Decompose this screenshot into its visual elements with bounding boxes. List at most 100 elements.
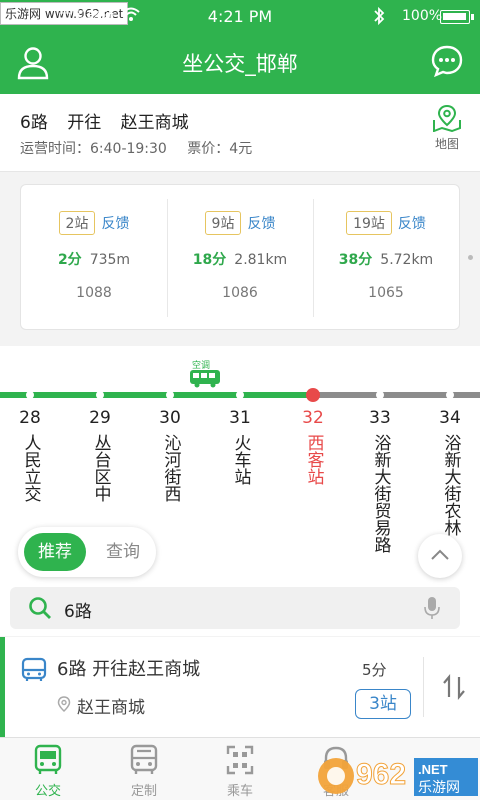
route-result[interactable]: 6路 开往赵王商城 赵王商城 5分 3站 [0,637,480,737]
station-number: 28 [19,408,41,428]
route-info: 6路 开往 赵王商城 运营时间：6:40-19:30 票价：4元 地图 [0,94,480,172]
stops-away-badge: 19站 [346,211,392,235]
arrival-item: 9站 反馈 18分 2.81km 1086 [167,185,313,331]
operating-hours: 运营时间：6:40-19:30 [20,141,167,157]
eta-minutes: 38分 [338,252,373,268]
station-name: 沁河街西 [160,434,181,502]
bus-id: 1065 [368,285,404,301]
map-icon [433,104,461,133]
station[interactable]: 30 沁河街西 [150,408,190,506]
station-dot [26,391,34,399]
mode-tabs: 推荐 查询 [18,527,156,577]
message-icon[interactable] [430,44,464,78]
nav-custom-label: 定制 [130,784,157,799]
chevron-up-icon [431,549,449,560]
station-name: 浴新大街农林 [440,434,461,536]
station-number: 31 [229,408,251,428]
bluetooth-icon [374,6,385,26]
station-dot [96,391,104,399]
station[interactable]: 31 火车站 [220,408,260,489]
distance: 5.72km [380,252,434,268]
station-dot [376,391,384,399]
search-icon [29,597,51,619]
feedback-link[interactable]: 反馈 [247,216,275,232]
station-name: 丛台区中 [90,434,111,502]
station-dot [446,391,454,399]
more-indicator [468,255,473,260]
collapse-button[interactable] [418,534,462,578]
map-button[interactable]: 地图 [432,104,462,152]
station-number: 32 [302,408,324,428]
station-dot [166,391,174,399]
nav-bus-label: 公交 [34,784,61,799]
route-heading: 6路 开往 赵王商城 [20,108,203,133]
route-line-passed [0,392,313,398]
bus-ac-label: 空调 [192,361,211,371]
station[interactable]: 34 浴新大街农林 [430,408,470,540]
tab-recommend[interactable]: 推荐 [24,533,86,571]
swap-direction-icon[interactable] [441,673,467,701]
page-title: 坐公交_邯郸 [182,52,298,76]
site-logo-watermark: 962 .NET 乐游网 [318,758,478,796]
app-header: 坐公交_邯郸 [0,32,480,94]
microphone-icon[interactable] [424,596,440,620]
station-number: 30 [159,408,181,428]
stops-away-badge: 2站 [58,211,96,235]
map-label: 地图 [434,137,459,151]
stops-away-badge: 9站 [204,211,242,235]
bus-id: 1088 [76,285,112,301]
station-name: 人民立交 [20,434,41,502]
search-input[interactable]: 6路 [64,597,92,622]
station-dot [236,391,244,399]
result-stop: 赵王商城 [77,698,145,718]
current-station[interactable]: 32 西客站 [293,408,333,489]
status-bar: 乐游网 www.962.net 中国移动 4:21 PM 100% [0,0,480,32]
station-name: 浴新大街贸易路 [370,434,391,553]
result-eta: 5分 [362,661,387,679]
battery-icon [440,10,474,24]
divider [423,657,424,717]
nav-ride-label: 乘车 [226,784,253,799]
svg-text:乐游网: 乐游网 [418,780,460,796]
route-direction: 开往 [67,113,102,133]
route-terminal: 赵王商城 [120,113,189,133]
result-stops-badge: 3站 [355,689,411,719]
route-line-upcoming [313,392,480,398]
station-number: 29 [89,408,111,428]
station[interactable]: 29 丛台区中 [80,408,120,506]
route-number: 6路 [20,113,48,133]
eta-minutes: 18分 [192,252,227,268]
station-number: 33 [369,408,391,428]
eta-minutes: 2分 [57,252,82,268]
result-title: 6路 开往赵王商城 [57,659,201,680]
custom-bus-icon [130,744,158,774]
nav-custom[interactable]: 定制 [96,744,192,799]
feedback-link[interactable]: 反馈 [101,216,129,232]
search-bar[interactable]: 6路 [10,587,460,629]
nav-ride[interactable]: 乘车 [192,744,288,799]
arrival-item: 2站 反馈 2分 735m 1088 [21,185,167,331]
nav-bus[interactable]: 公交 [0,744,96,799]
svg-text:.NET: .NET [418,762,448,777]
battery-percent: 100% [402,8,443,24]
current-station-dot [306,388,320,402]
bus-icon [34,744,62,774]
feedback-link[interactable]: 反馈 [398,216,426,232]
tab-query[interactable]: 查询 [92,533,154,571]
station[interactable]: 28 人民立交 [10,408,50,506]
location-pin-icon [57,696,71,712]
station-number: 34 [439,408,461,428]
arrival-item: 19站 反馈 38分 5.72km 1065 [313,185,459,331]
arrivals-card: 2站 反馈 2分 735m 1088 9站 反馈 18分 2.81km 1086 19站… [20,184,473,331]
distance: 735m [89,252,131,268]
station[interactable]: 33 浴新大街贸易路 [360,408,400,557]
route-details: 运营时间：6:40-19:30 票价：4元 [20,138,268,158]
station-name: 火车站 [230,434,251,485]
station-name: 西客站 [303,434,324,485]
distance: 2.81km [234,252,288,268]
fare: 票价：4元 [187,141,253,157]
bus-id: 1086 [222,285,258,301]
bus-icon [21,657,47,681]
qr-code-icon [226,745,254,775]
svg-text:962: 962 [356,758,406,791]
